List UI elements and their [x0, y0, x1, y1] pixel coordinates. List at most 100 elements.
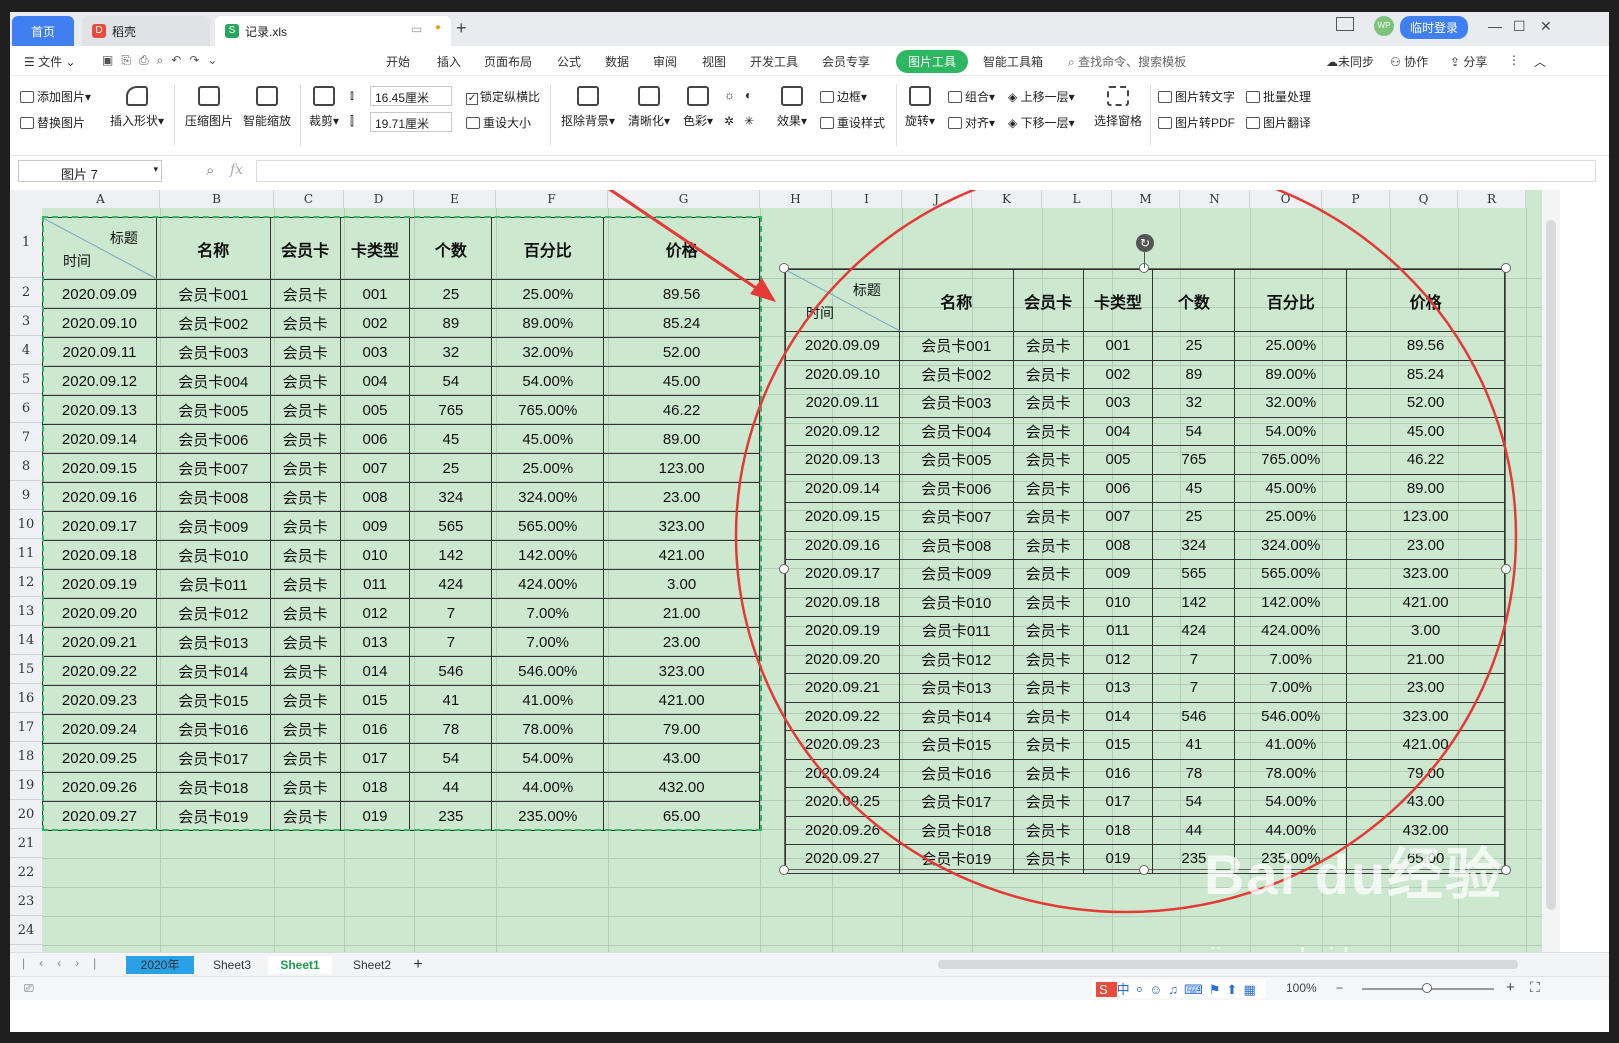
reset-style-button[interactable]: 重设样式 — [820, 114, 885, 131]
sheet-tab-sheet2[interactable]: Sheet2 — [338, 956, 406, 974]
menu-data[interactable]: 数据 — [605, 53, 629, 70]
zoom-in-icon[interactable]: + — [1506, 979, 1515, 996]
ribbon-separator — [896, 84, 897, 146]
collab-button[interactable]: ⚇ 协作 — [1390, 53, 1428, 70]
zoom-slider-thumb[interactable] — [1422, 983, 1432, 993]
picture-to-text-button[interactable]: 图片转文字 — [1158, 88, 1235, 105]
quick-access-icons[interactable]: ▣⎘⎙⌕↶↷⌄ — [102, 53, 225, 68]
avatar[interactable]: WP — [1374, 16, 1394, 36]
height-icon: ⫾ — [350, 88, 354, 102]
sheet-nav-icons[interactable]: |‹‹›| — [22, 956, 110, 970]
fx-icon[interactable]: fx — [230, 162, 243, 178]
width-icon: ⫿ — [350, 114, 354, 128]
annotation-arrow-head — [750, 278, 776, 302]
menu-formula[interactable]: 公式 — [557, 53, 581, 70]
sync-status[interactable]: ☁未同步 — [1326, 53, 1374, 70]
menu-picture-tools[interactable]: 图片工具 — [896, 50, 969, 73]
command-search[interactable]: ⌕ 查找命令、搜索模板 — [1068, 53, 1186, 70]
more-icon[interactable]: ⋮ — [1508, 53, 1520, 67]
insert-shape-button[interactable]: 插入形状▾ — [106, 86, 168, 129]
compress-button[interactable]: 压缩图片 — [182, 86, 236, 129]
height-field[interactable]: 16.45厘米 — [370, 86, 452, 106]
ime-toolbar[interactable]: S 中⸰☺♫⌨⚑⬆▦ — [1092, 979, 1266, 998]
vertical-scrollbar[interactable] — [1542, 190, 1560, 952]
share-button[interactable]: ⇪ 分享 — [1450, 53, 1487, 70]
selection-pane-button[interactable]: 选择窗格 — [1090, 86, 1146, 129]
fullscreen-icon[interactable]: ⛶ — [1530, 979, 1540, 996]
send-backward-label: 下移一层 — [1020, 116, 1069, 130]
group-button[interactable]: 组合▾ — [948, 88, 995, 105]
crop-button[interactable]: 裁剪▾ — [304, 86, 344, 129]
new-tab-button[interactable]: + — [456, 18, 467, 39]
rotate-button[interactable]: 旋转▾ — [900, 86, 940, 129]
align-button[interactable]: 对齐▾ — [948, 114, 995, 131]
remove-background-button[interactable]: 抠除背景▾ — [556, 86, 620, 129]
add-sheet-button[interactable]: + — [408, 956, 428, 974]
minimize-icon[interactable]: — — [1488, 18, 1502, 34]
cloud-icon: ☁ — [1326, 55, 1338, 69]
scrollbar-thumb[interactable] — [1546, 220, 1556, 910]
menu-bar: ☰ 文件 ⌄ ▣⎘⎙⌕↶↷⌄ 开始 插入 页面布局 公式 数据 审阅 视图 开发… — [10, 46, 1609, 76]
macro-icon[interactable]: ⎚ — [24, 981, 34, 996]
zoom-level[interactable]: 100% — [1286, 981, 1317, 995]
bring-forward-button[interactable]: ◈ 上移一层▾ — [1008, 88, 1075, 105]
batch-process-button[interactable]: 批量处理 — [1246, 88, 1311, 105]
reset-size-button[interactable]: 重设大小 — [466, 114, 531, 131]
close-icon[interactable]: ✕ — [1540, 18, 1552, 35]
lock-ratio-checkbox[interactable]: ✓ 锁定纵横比 — [466, 88, 540, 105]
lock-ratio-label: 锁定纵横比 — [480, 90, 541, 104]
border-button[interactable]: 边框▾ — [820, 88, 867, 105]
file-menu[interactable]: ☰ 文件 ⌄ — [24, 53, 76, 70]
chevron-down-icon: ▾ — [153, 164, 158, 174]
smart-zoom-button[interactable]: 智能缩放 — [240, 86, 294, 129]
maximize-icon[interactable]: ☐ — [1513, 18, 1526, 35]
ribbon-separator — [300, 84, 301, 146]
color-icon — [687, 86, 709, 106]
name-box-value: 图片 7 — [61, 167, 98, 182]
sheet-grid[interactable]: ABCDEFGHIJKLMNOPQR 1 2 3 4 5 6 7 8 9 10 11 12 13 14 15… — [10, 190, 1542, 952]
effect-button[interactable]: 效果▾ — [770, 86, 814, 129]
menu-member[interactable]: 会员专享 — [822, 53, 870, 70]
window-icon[interactable]: ▭ — [411, 22, 422, 36]
effect-icon — [781, 86, 803, 106]
sheet-tab-2020[interactable]: 2020年 — [126, 956, 194, 974]
color-button[interactable]: 色彩▾ — [678, 86, 718, 129]
zoom-icon[interactable]: ⌕ — [206, 162, 214, 179]
login-button[interactable]: 临时登录 — [1400, 16, 1469, 39]
tab-file[interactable]: S 记录.xls ▭ ● — [215, 16, 451, 46]
picture-translate-button[interactable]: 图片翻译 — [1246, 114, 1311, 131]
replace-picture-button[interactable]: 替换图片 — [20, 114, 85, 131]
ribbon-separator — [174, 84, 175, 146]
horizontal-scrollbar[interactable] — [938, 960, 1518, 969]
file-menu-label: 文件 — [38, 55, 63, 69]
tab-home[interactable]: 首页 — [12, 16, 74, 46]
brightness-contrast-down-icons[interactable]: ✲✳ — [724, 114, 764, 128]
layout-icon[interactable] — [1336, 17, 1354, 31]
sharpen-button[interactable]: 清晰化▾ — [624, 86, 674, 129]
name-box[interactable]: 图片 7 ▾ — [18, 160, 162, 182]
formula-input[interactable] — [256, 160, 1596, 182]
search-icon: ⌕ — [1068, 55, 1079, 69]
width-field[interactable]: 19.71厘米 — [370, 112, 452, 132]
sheet-tab-sheet1[interactable]: Sheet1 — [268, 956, 332, 974]
send-backward-button[interactable]: ◈ 下移一层▾ — [1008, 114, 1075, 131]
shape-icon — [126, 86, 148, 106]
collapse-ribbon-icon[interactable]: ︿ — [1534, 53, 1546, 70]
ribbon-separator — [1150, 84, 1151, 146]
menu-view[interactable]: 视图 — [702, 53, 726, 70]
brightness-contrast-icons[interactable]: ☼◐ — [724, 88, 762, 102]
menu-start[interactable]: 开始 — [386, 53, 410, 70]
picture-to-pdf-button[interactable]: 图片转PDF — [1158, 114, 1235, 131]
compress-label: 压缩图片 — [184, 114, 233, 128]
add-picture-icon — [20, 91, 34, 103]
menu-insert[interactable]: 插入 — [437, 53, 461, 70]
sheet-tab-sheet3[interactable]: Sheet3 — [200, 956, 264, 974]
menu-review[interactable]: 审阅 — [653, 53, 677, 70]
menu-page-layout[interactable]: 页面布局 — [484, 53, 532, 70]
add-picture-button[interactable]: 添加图片▾ — [20, 88, 91, 105]
tab-docer[interactable]: D 稻壳 — [82, 16, 210, 46]
menu-smart-toolbox[interactable]: 智能工具箱 — [983, 53, 1043, 70]
menu-dev-tools[interactable]: 开发工具 — [750, 53, 798, 70]
translate-label: 图片翻译 — [1263, 116, 1312, 130]
zoom-out-icon[interactable]: − — [1336, 981, 1343, 995]
